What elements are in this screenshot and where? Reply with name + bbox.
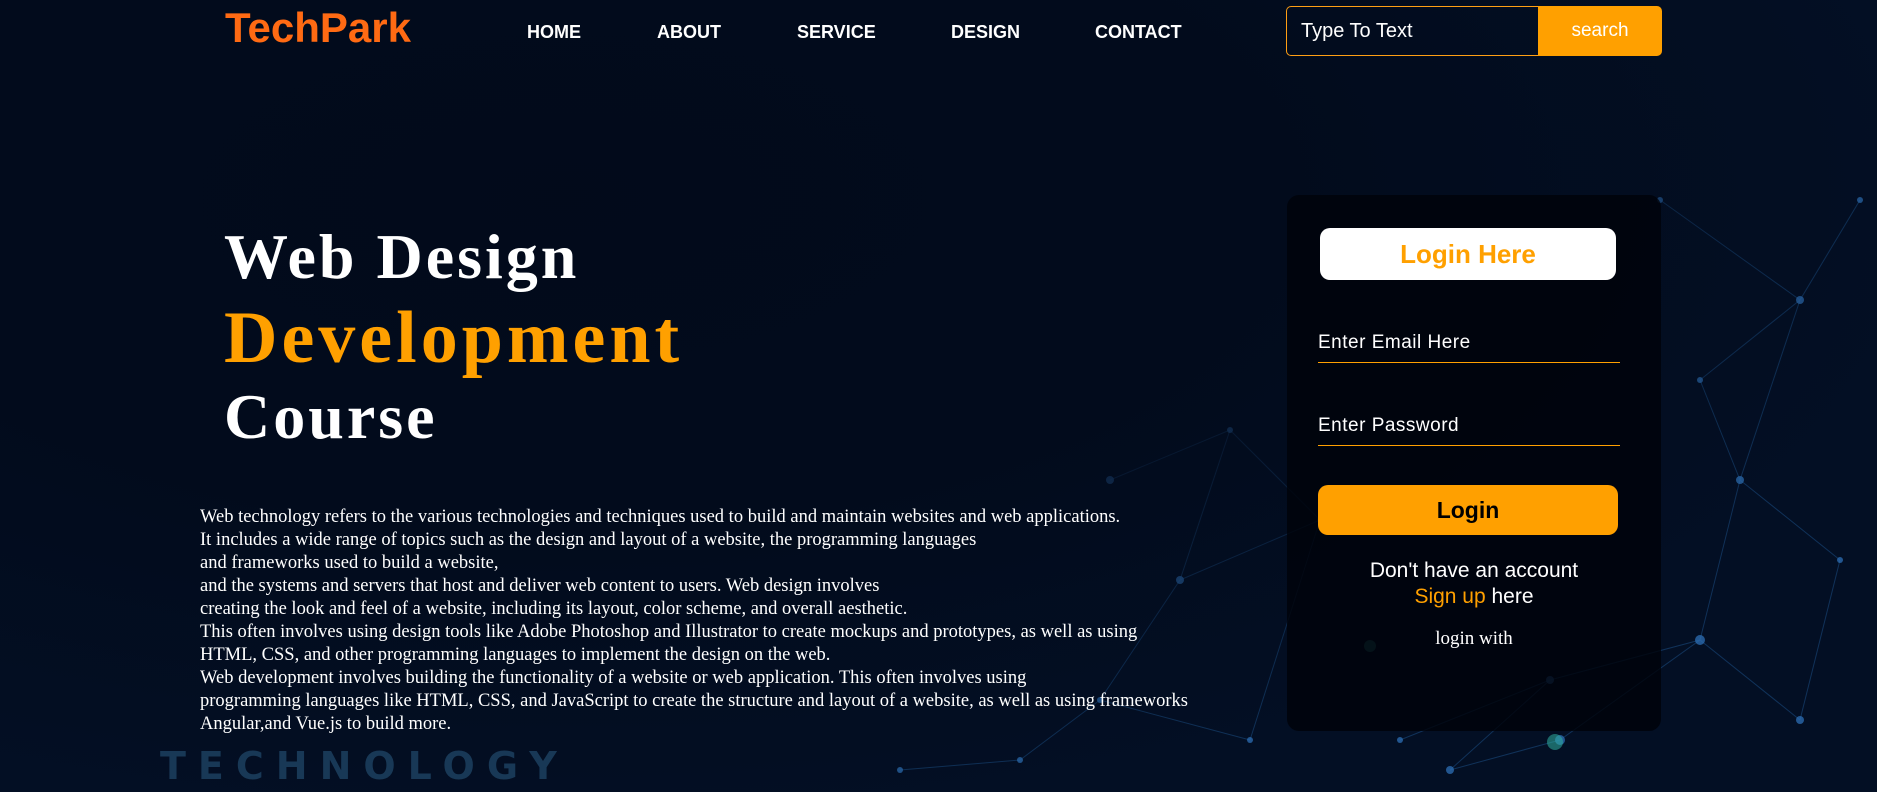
- search-input[interactable]: [1286, 6, 1541, 56]
- description-line: creating the look and feel of a website,…: [200, 599, 908, 619]
- description-line: It includes a wide range of topics such …: [200, 530, 977, 550]
- no-account-text: Don't have an account: [1369, 559, 1579, 582]
- password-field[interactable]: [1318, 406, 1620, 446]
- nav-link-service[interactable]: SERVICE: [797, 22, 876, 43]
- site-logo[interactable]: TechPark: [225, 4, 411, 52]
- nav-link-contact[interactable]: CONTACT: [1095, 22, 1182, 43]
- signup-suffix: here: [1485, 585, 1534, 608]
- login-card-title: Login Here: [1320, 228, 1616, 280]
- description-line: This often involves using design tools l…: [200, 622, 1138, 642]
- description-line: programming languages like HTML, CSS, an…: [200, 691, 1188, 711]
- background-word: TECHNOLOGY: [160, 744, 569, 788]
- description-line: and the systems and servers that host an…: [200, 576, 880, 596]
- login-button[interactable]: Login: [1318, 485, 1618, 535]
- description-line: Web development involves building the fu…: [200, 668, 1027, 688]
- email-field[interactable]: [1318, 323, 1620, 363]
- login-card: Login Here Login Don't have an account S…: [1287, 195, 1661, 731]
- login-with-text: login with: [1435, 628, 1513, 649]
- hero-title-line-2: Development: [224, 297, 684, 379]
- search-button[interactable]: search: [1538, 6, 1662, 56]
- nav-link-design[interactable]: DESIGN: [951, 22, 1020, 43]
- description-line: Web technology refers to the various tec…: [200, 507, 1121, 527]
- hero-title-line-3: Course: [224, 381, 438, 452]
- hero-title-line-1: Web Design: [224, 221, 580, 292]
- signup-line: Sign up here: [1287, 585, 1661, 609]
- description-line: and frameworks used to build a website,: [200, 553, 499, 573]
- nav-link-home[interactable]: HOME: [527, 22, 581, 43]
- description-line: Angular,and Vue.js to build more.: [200, 714, 452, 734]
- signup-link[interactable]: Sign up: [1414, 585, 1485, 608]
- hero-description: Web technology refers to the various tec…: [200, 506, 1290, 736]
- nav-link-about[interactable]: ABOUT: [657, 22, 721, 43]
- description-line: HTML, CSS, and other programming languag…: [200, 645, 831, 665]
